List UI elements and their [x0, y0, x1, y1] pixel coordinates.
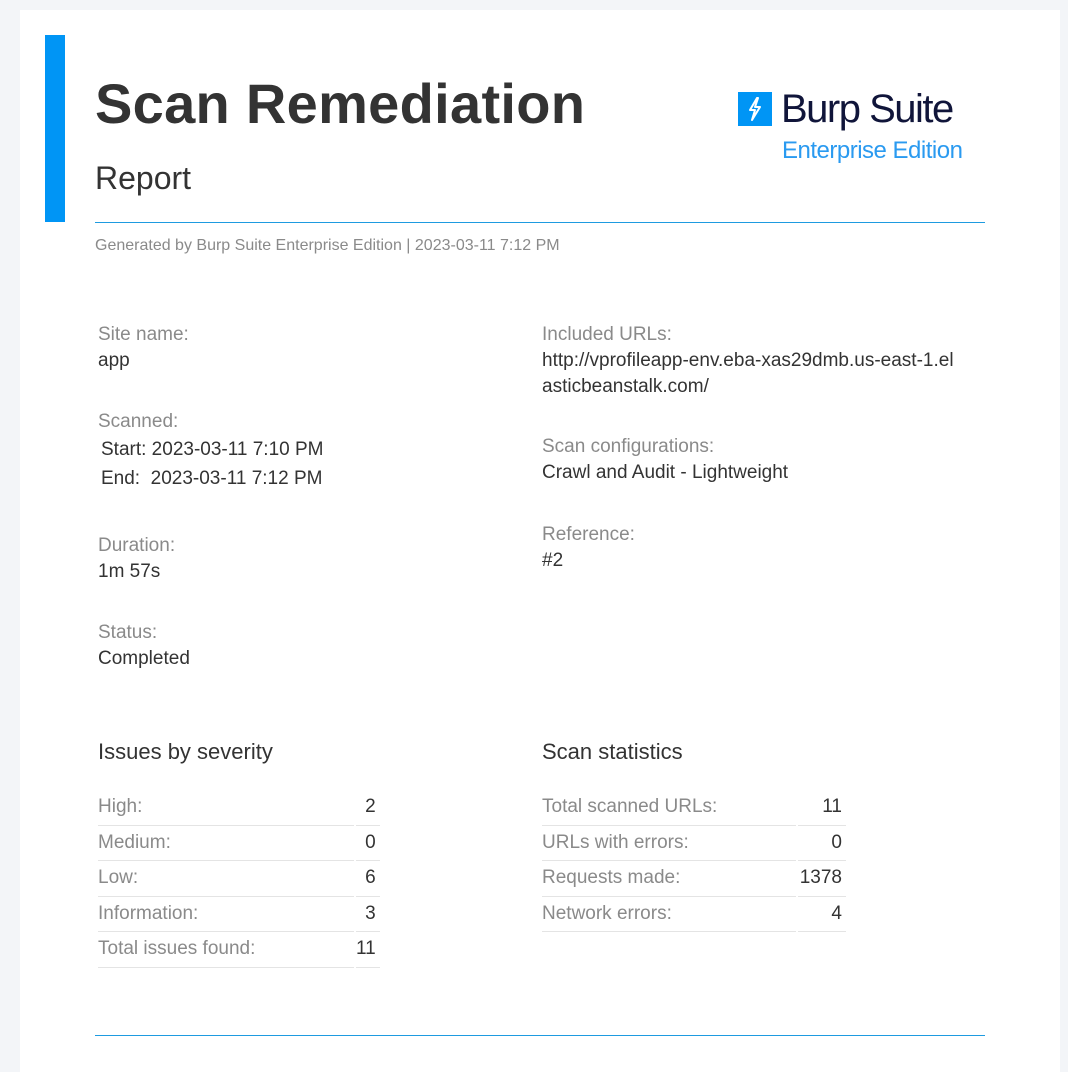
stat-requests-value: 1378	[798, 861, 846, 897]
table-row: Information: 3	[98, 897, 380, 932]
severity-low-value: 6	[356, 861, 380, 897]
footer-divider	[95, 1035, 985, 1036]
statistics-section-title: Scan statistics	[542, 739, 683, 764]
table-row: Requests made: 1378	[542, 861, 846, 897]
included-url-line-2: asticbeanstalk.com/	[542, 376, 709, 397]
stat-total-urls-value: 11	[798, 790, 846, 826]
accent-bar	[45, 35, 65, 222]
table-row: High: 2	[98, 790, 380, 826]
site-name-value: app	[98, 350, 130, 371]
site-name-label: Site name:	[98, 324, 189, 345]
duration-value: 1m 57s	[98, 561, 161, 582]
report-title: Scan Remediation	[95, 72, 586, 135]
scan-end: End: 2023-03-11 7:12 PM	[101, 468, 323, 489]
severity-section-title: Issues by severity	[98, 739, 273, 764]
stat-url-errors-value: 0	[798, 826, 846, 861]
scanned-field: Scanned: Start: 2023-03-11 7:10 PM End: …	[98, 409, 324, 493]
stat-network-errors-value: 4	[798, 897, 846, 932]
stat-total-urls-label: Total scanned URLs:	[542, 790, 796, 826]
table-row: Total scanned URLs: 11	[542, 790, 846, 826]
reference-label: Reference:	[542, 524, 635, 545]
status-value: Completed	[98, 648, 190, 669]
duration-label: Duration:	[98, 535, 176, 556]
severity-table: High: 2 Medium: 0 Low: 6 Information: 3 …	[96, 790, 382, 968]
status-field: Status: Completed	[98, 620, 190, 672]
logo-product-name: Burp Suite	[781, 87, 954, 131]
scan-config-field: Scan configurations: Crawl and Audit - L…	[542, 434, 788, 486]
duration-field: Duration: 1m 57s	[98, 533, 175, 585]
report-page: Scan Remediation Report Burp Suite Enter…	[20, 10, 1060, 1072]
statistics-table: Total scanned URLs: 11 URLs with errors:…	[540, 790, 848, 932]
burp-suite-logo: Burp Suite Enterprise Edition	[738, 87, 978, 182]
table-row: Low: 6	[98, 861, 380, 897]
header-divider	[95, 222, 985, 223]
scanned-label: Scanned:	[98, 411, 179, 432]
severity-high-label: High:	[98, 790, 354, 826]
stat-network-errors-label: Network errors:	[542, 897, 796, 932]
stat-url-errors-label: URLs with errors:	[542, 826, 796, 861]
report-subtitle: Report	[95, 160, 192, 196]
severity-medium-value: 0	[356, 826, 380, 861]
lightning-bolt-icon	[738, 92, 772, 126]
table-row: Medium: 0	[98, 826, 380, 861]
included-url-line-1: http://vprofileapp-env.eba-xas29dmb.us-e…	[542, 350, 954, 371]
severity-medium-label: Medium:	[98, 826, 354, 861]
site-name-field: Site name: app	[98, 322, 189, 374]
severity-information-value: 3	[356, 897, 380, 932]
severity-high-value: 2	[356, 790, 380, 826]
table-row: Network errors: 4	[542, 897, 846, 932]
included-urls-field: Included URLs: http://vprofileapp-env.eb…	[542, 322, 954, 400]
severity-total-label: Total issues found:	[98, 932, 354, 968]
scan-config-value: Crawl and Audit - Lightweight	[542, 462, 789, 483]
severity-low-label: Low:	[98, 861, 354, 897]
table-row: URLs with errors: 0	[542, 826, 846, 861]
reference-field: Reference: #2	[542, 522, 635, 574]
scan-start: Start: 2023-03-11 7:10 PM	[101, 439, 324, 460]
generated-note: Generated by Burp Suite Enterprise Editi…	[95, 237, 560, 254]
scan-config-label: Scan configurations:	[542, 436, 715, 457]
included-urls-label: Included URLs:	[542, 324, 672, 345]
reference-value: #2	[542, 550, 564, 571]
status-label: Status:	[98, 622, 158, 643]
logo-edition: Enterprise Edition	[782, 137, 963, 164]
severity-total-value: 11	[356, 932, 380, 968]
severity-information-label: Information:	[98, 897, 354, 932]
stat-requests-label: Requests made:	[542, 861, 796, 897]
table-row: Total issues found: 11	[98, 932, 380, 968]
